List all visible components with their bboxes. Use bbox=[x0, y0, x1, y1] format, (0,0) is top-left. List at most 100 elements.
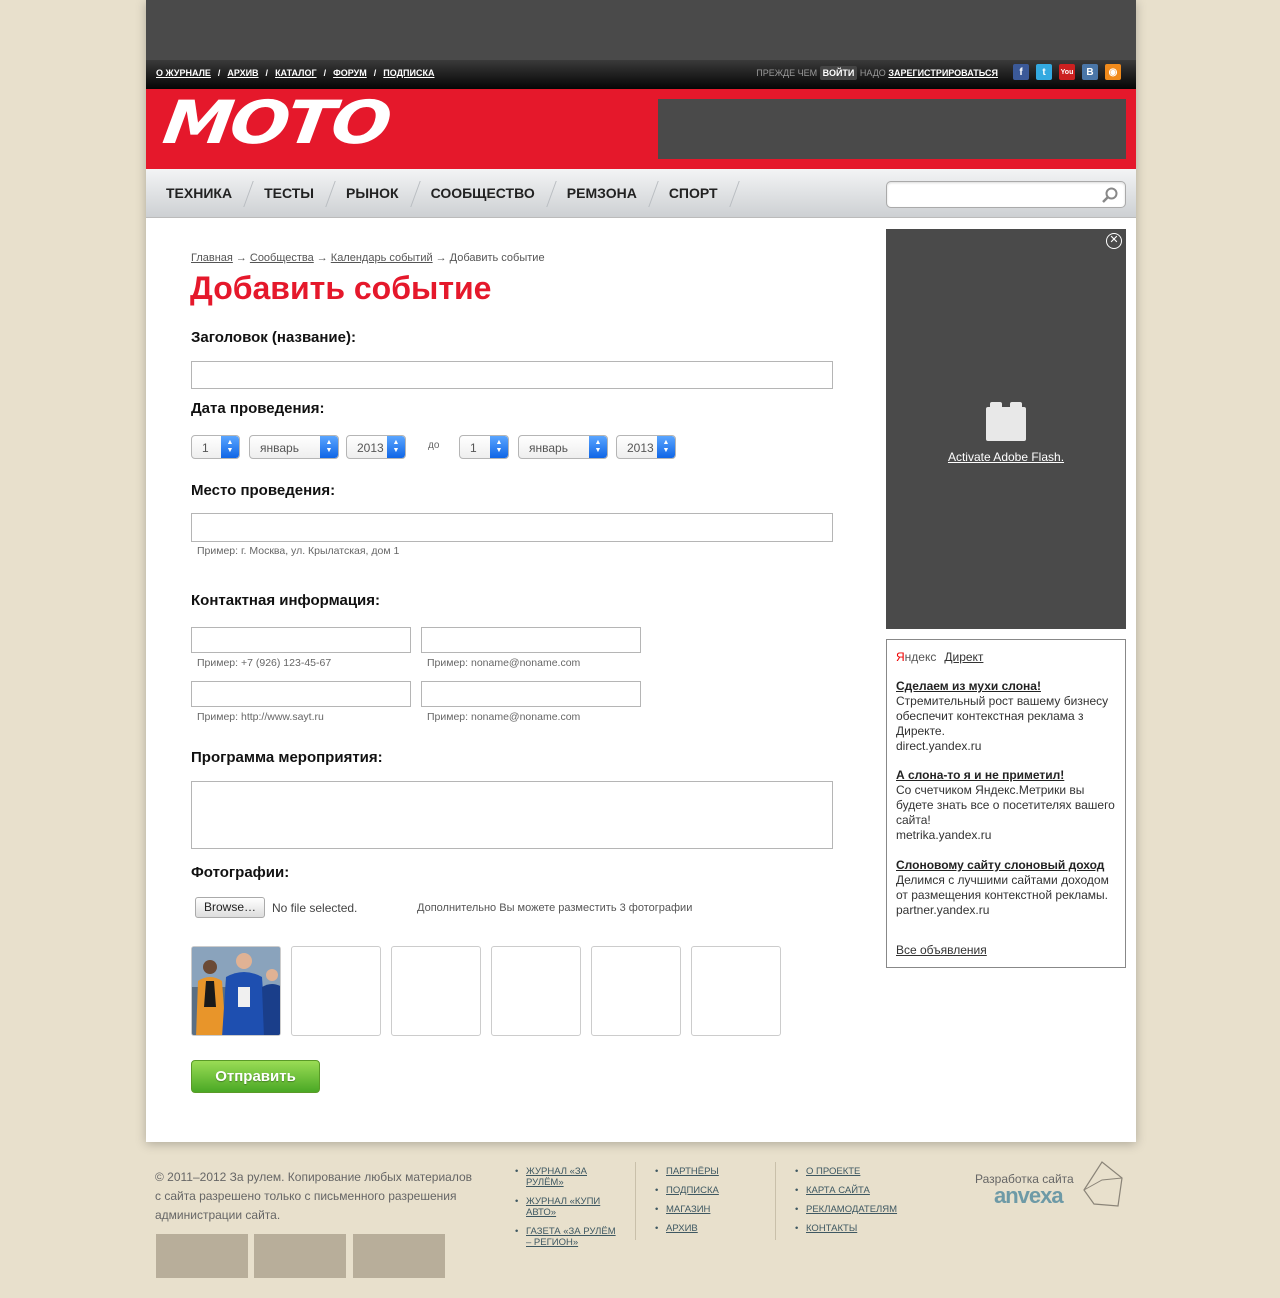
ad-text: Со счетчиком Яндекс.Метрики вы будете зн… bbox=[896, 783, 1115, 827]
breadcrumb-home[interactable]: Главная bbox=[191, 252, 233, 264]
ad-item: Сделаем из мухи слона! Стремительный рос… bbox=[896, 679, 1118, 754]
breadcrumb-communities[interactable]: Сообщества bbox=[250, 252, 314, 264]
date-to-year-select[interactable]: 2013 ▲ ▼ bbox=[616, 435, 676, 459]
vkontakte-icon[interactable]: B bbox=[1082, 64, 1098, 80]
photo-slot-empty[interactable] bbox=[391, 946, 481, 1036]
ad-url: direct.yandex.ru bbox=[896, 739, 982, 753]
top-banner-ad[interactable] bbox=[146, 0, 1136, 60]
topnav-link-catalog[interactable]: КАТАЛОГ bbox=[275, 68, 317, 78]
select-arrows-icon: ▲ ▼ bbox=[490, 436, 508, 458]
nav-item-rynok[interactable]: РЫНОК bbox=[330, 169, 415, 218]
nav-item-sport[interactable]: СПОРТ bbox=[653, 169, 734, 218]
moto-logo[interactable]: MOTO bbox=[159, 88, 393, 158]
nav-item-remzona[interactable]: РЕМЗОНА bbox=[551, 169, 653, 218]
footer-link: ПАРТНЁРЫ bbox=[655, 1166, 763, 1177]
photo-slot-empty[interactable] bbox=[491, 946, 581, 1036]
breadcrumb-current: Добавить событие bbox=[449, 252, 545, 264]
anvexa-logo-text[interactable]: anvexa bbox=[994, 1183, 1064, 1209]
date-to-day-select[interactable]: 1 ▲ ▼ bbox=[459, 435, 509, 459]
footer-counter-badge[interactable] bbox=[254, 1234, 346, 1278]
direct-link[interactable]: Директ bbox=[944, 650, 983, 664]
program-textarea[interactable] bbox=[191, 781, 833, 849]
anvexa-logo-icon[interactable] bbox=[1080, 1160, 1126, 1210]
page-container: О ЖУРНАЛЕ / АРХИВ / КАТАЛОГ / ФОРУМ / ПОДПИСКА П… bbox=[146, 0, 1136, 1142]
ad-title[interactable]: Сделаем из мухи слона! bbox=[896, 679, 1118, 694]
search-input[interactable] bbox=[893, 182, 1093, 207]
youtube-icon[interactable]: You bbox=[1059, 64, 1075, 80]
date-from-year-select[interactable]: 2013 ▲ ▼ bbox=[346, 435, 406, 459]
footer-divider bbox=[635, 1162, 636, 1240]
footer-counter-badge[interactable] bbox=[156, 1234, 248, 1278]
submit-button[interactable]: Отправить bbox=[191, 1060, 320, 1093]
email-hint: Пример: noname@noname.com bbox=[427, 657, 581, 669]
select-arrows-icon: ▲ ▼ bbox=[589, 436, 607, 458]
login-button[interactable]: ВОЙТИ bbox=[819, 66, 858, 80]
email2-input[interactable] bbox=[421, 681, 641, 707]
direct-header: Яндекс Директ bbox=[896, 650, 983, 664]
breadcrumb: Главная → Сообщества → Календарь событий → Доб… bbox=[191, 252, 545, 264]
main-nav: ТЕХНИКА ТЕСТЫ РЫНОК СООБЩЕСТВО РЕМЗОНА С… bbox=[146, 169, 1136, 218]
photo-slot-empty[interactable] bbox=[291, 946, 381, 1036]
footer-divider bbox=[775, 1162, 776, 1240]
login-mid-text: НАДО bbox=[859, 68, 886, 78]
site-input[interactable] bbox=[191, 681, 411, 707]
no-file-text: No file selected. bbox=[272, 901, 358, 915]
date-from-day-select[interactable]: 1 ▲ ▼ bbox=[191, 435, 240, 459]
browse-button[interactable]: Browse… bbox=[195, 897, 266, 918]
topnav-link-about[interactable]: О ЖУРНАЛЕ bbox=[156, 68, 211, 78]
photo-slot-empty[interactable] bbox=[691, 946, 781, 1036]
footer-col-about: О ПРОЕКТЕ КАРТА САЙТА РЕКЛАМОДАТЕЛЯМ КОН… bbox=[795, 1166, 903, 1242]
footer-link: ПОДПИСКА bbox=[655, 1185, 763, 1196]
ad-title[interactable]: Слоновому сайту слоновый доход bbox=[896, 858, 1118, 873]
plugin-icon bbox=[986, 402, 1026, 441]
date-from-month-select[interactable]: январь ▲ ▼ bbox=[249, 435, 339, 459]
date-to-month-select[interactable]: январь ▲ ▼ bbox=[518, 435, 608, 459]
email2-hint: Пример: noname@noname.com bbox=[427, 711, 581, 723]
ad-item: Слоновому сайту слоновый доход Делимся с… bbox=[896, 858, 1118, 918]
email-input[interactable] bbox=[421, 627, 641, 653]
select-arrows-icon: ▲ ▼ bbox=[320, 436, 338, 458]
footer-link: АРХИВ bbox=[655, 1223, 763, 1234]
place-input[interactable] bbox=[191, 513, 833, 542]
photo-slot-empty[interactable] bbox=[591, 946, 681, 1036]
nav-item-testy[interactable]: ТЕСТЫ bbox=[248, 169, 330, 218]
breadcrumb-calendar[interactable]: Календарь событий bbox=[331, 252, 433, 264]
login-prefix-text: ПРЕЖДЕ ЧЕМ bbox=[756, 68, 818, 78]
date-to-label: до bbox=[428, 440, 440, 451]
page-title: Добавить событие bbox=[190, 270, 492, 306]
photo-thumbnail[interactable] bbox=[191, 946, 281, 1036]
flash-ad-block: ✕ Activate Adobe Flash. bbox=[886, 229, 1126, 629]
select-arrows-icon: ▲ ▼ bbox=[657, 436, 675, 458]
footer-link: ЖУРНАЛ «КУПИ АВТО» bbox=[515, 1196, 623, 1218]
nav-item-soobshchestvo[interactable]: СООБЩЕСТВО bbox=[415, 169, 551, 218]
place-hint: Пример: г. Москва, ул. Крылатская, дом 1 bbox=[197, 545, 400, 557]
ad-title[interactable]: А слона-то я и не приметил! bbox=[896, 768, 1118, 783]
facebook-icon[interactable]: f bbox=[1013, 64, 1029, 80]
rss-icon[interactable]: ◉ bbox=[1105, 64, 1121, 80]
activate-flash-link[interactable]: Activate Adobe Flash. bbox=[886, 450, 1126, 464]
footer-link: О ПРОЕКТЕ bbox=[795, 1166, 903, 1177]
footer-link: КОНТАКТЫ bbox=[795, 1223, 903, 1234]
select-arrows-icon: ▲ ▼ bbox=[221, 436, 239, 458]
footer-col-magazines: ЖУРНАЛ «ЗА РУЛЁМ» ЖУРНАЛ «КУПИ АВТО» ГАЗ… bbox=[515, 1166, 623, 1256]
close-icon[interactable]: ✕ bbox=[1106, 233, 1122, 249]
ad-item: А слона-то я и не приметил! Со счетчиком… bbox=[896, 768, 1118, 843]
yandex-logo-y: Я bbox=[896, 650, 905, 664]
topnav-link-archive[interactable]: АРХИВ bbox=[227, 68, 258, 78]
twitter-icon[interactable]: t bbox=[1036, 64, 1052, 80]
register-link[interactable]: ЗАРЕГИСТРИРОВАТЬСЯ bbox=[888, 68, 998, 78]
photos-hint: Дополнительно Вы можете разместить 3 фот… bbox=[417, 902, 693, 914]
event-name-input[interactable] bbox=[191, 361, 833, 389]
ad-url: partner.yandex.ru bbox=[896, 903, 990, 917]
all-ads-link[interactable]: Все объявления bbox=[896, 943, 987, 957]
header-banner-ad[interactable] bbox=[658, 99, 1126, 159]
login-area: ПРЕЖДЕ ЧЕМ ВОЙТИ НАДО ЗАРЕГИСТРИРОВАТЬСЯ bbox=[756, 66, 998, 80]
topnav-link-subscription[interactable]: ПОДПИСКА bbox=[383, 68, 434, 78]
footer-col-services: ПАРТНЁРЫ ПОДПИСКА МАГАЗИН АРХИВ bbox=[655, 1166, 763, 1242]
footer-counter-badge[interactable] bbox=[353, 1234, 445, 1278]
nav-item-tehnika[interactable]: ТЕХНИКА bbox=[150, 169, 248, 218]
search-icon[interactable] bbox=[1101, 186, 1119, 204]
phone-input[interactable] bbox=[191, 627, 411, 653]
topnav-link-forum[interactable]: ФОРУМ bbox=[333, 68, 367, 78]
phone-hint: Пример: +7 (926) 123-45-67 bbox=[197, 657, 332, 669]
